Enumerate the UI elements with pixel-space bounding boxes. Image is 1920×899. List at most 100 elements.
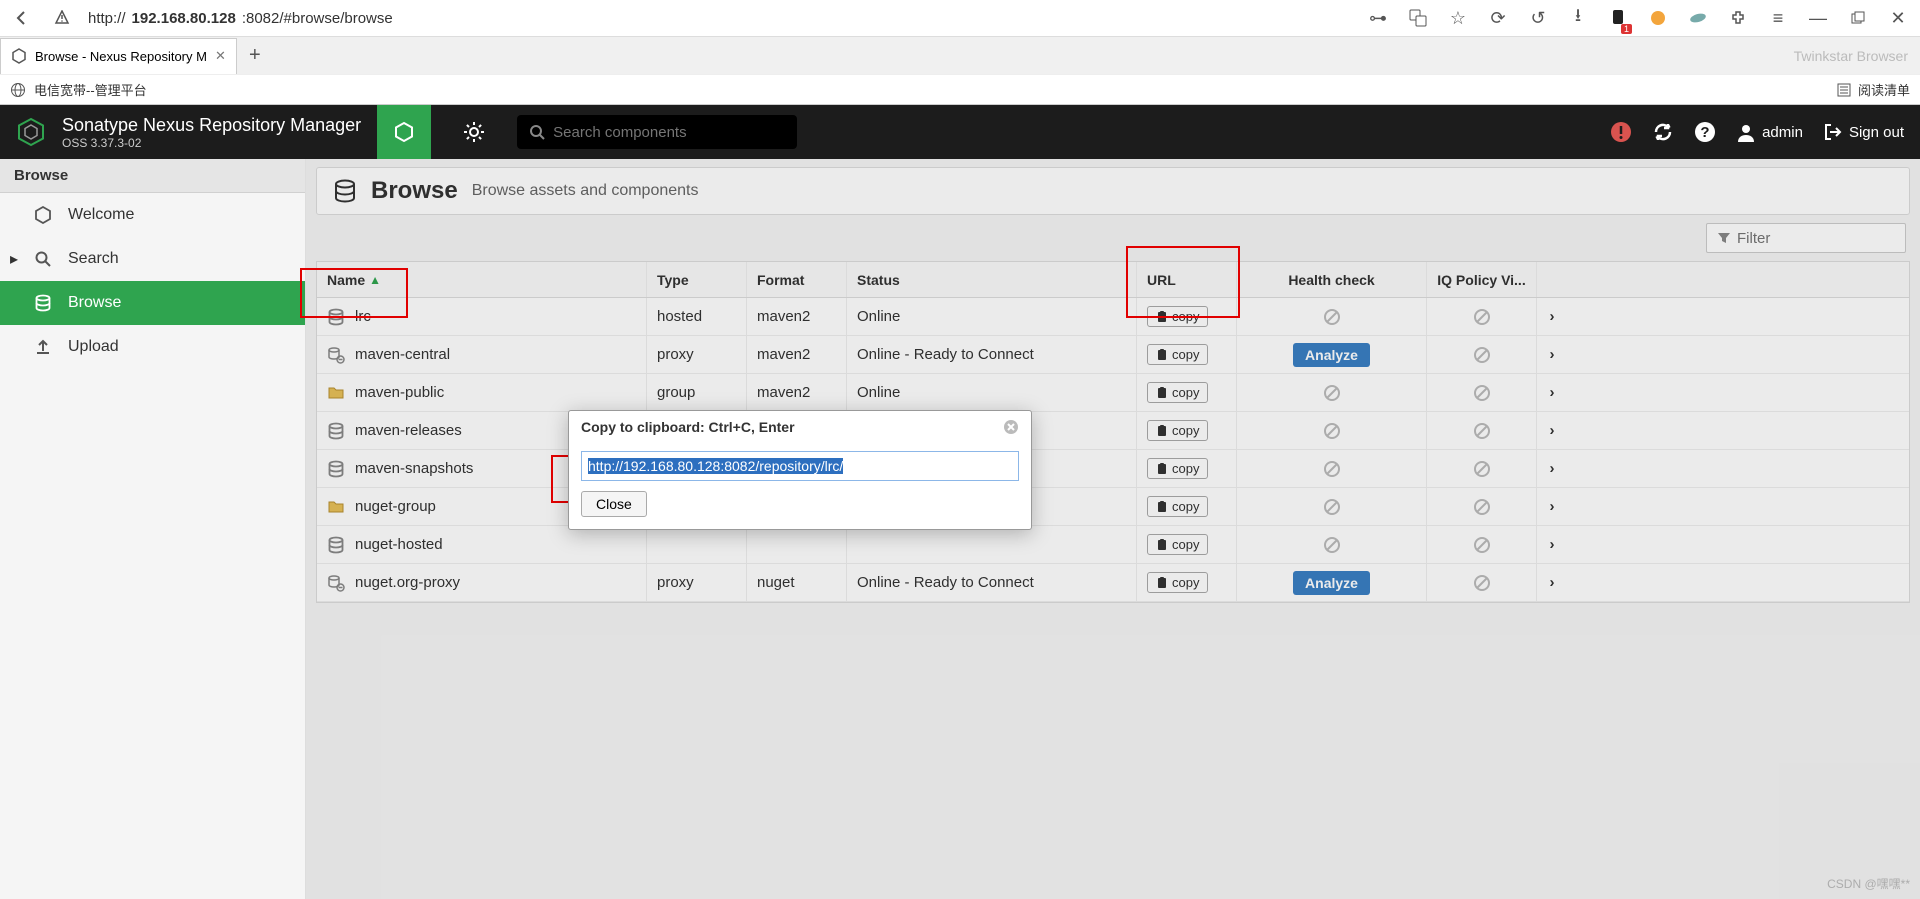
bookmark-item[interactable]: 电信宽带--管理平台	[34, 80, 147, 99]
address-bar: http://192.168.80.128:8082/#browse/brows…	[0, 0, 1920, 36]
signout-button[interactable]: Sign out	[1823, 122, 1904, 142]
table-row[interactable]: nuget-group copy›	[317, 488, 1909, 526]
tab-title: Browse - Nexus Repository M	[35, 49, 207, 64]
col-format[interactable]: Format	[747, 262, 847, 297]
close-window-icon[interactable]: ✕	[1884, 4, 1912, 32]
ext-icon-1[interactable]: 1	[1604, 4, 1632, 32]
maximize-icon[interactable]	[1844, 4, 1872, 32]
table-row[interactable]: maven-snapshots copy ›	[317, 450, 1909, 488]
copy-url-dialog: Copy to clipboard: Ctrl+C, Enter Close	[568, 410, 1032, 530]
repo-name: maven-central	[355, 346, 450, 363]
sidebar-item-welcome[interactable]: Welcome	[0, 193, 305, 237]
copy-url-button[interactable]: copy	[1147, 382, 1208, 403]
sidebar-item-label: Search	[68, 250, 119, 268]
new-tab-button[interactable]: +	[237, 38, 273, 74]
table-row[interactable]: lrchostedmaven2Online copy›	[317, 298, 1909, 336]
table-row[interactable]: maven-publicgroupmaven2Online copy›	[317, 374, 1909, 412]
sort-asc-icon: ▲	[369, 273, 381, 287]
back-button[interactable]	[8, 4, 36, 32]
col-type[interactable]: Type	[647, 262, 747, 297]
site-info-icon[interactable]	[48, 4, 76, 32]
proxy-icon	[327, 346, 345, 364]
not-available-icon	[1323, 460, 1341, 478]
repo-format	[747, 526, 847, 563]
header-search-input[interactable]	[553, 124, 785, 141]
sidebar-item-label: Browse	[68, 294, 121, 312]
filter-box[interactable]	[1706, 223, 1906, 253]
minimize-icon[interactable]: —	[1804, 4, 1832, 32]
help-icon[interactable]: ?	[1694, 121, 1716, 143]
row-expand-icon[interactable]: ›	[1537, 564, 1567, 601]
history-icon[interactable]: ↺	[1524, 4, 1552, 32]
copy-url-button[interactable]: copy	[1147, 420, 1208, 441]
copy-url-button[interactable]: copy	[1147, 534, 1208, 555]
extensions-icon[interactable]	[1724, 4, 1752, 32]
app-title: Sonatype Nexus Repository Manager	[62, 115, 361, 136]
admin-mode-button[interactable]	[447, 105, 501, 159]
watermark: CSDN @嘿嘿**	[1827, 875, 1910, 892]
download-icon[interactable]: ⭳	[1564, 4, 1592, 32]
refresh-icon[interactable]	[1652, 121, 1674, 143]
key-icon[interactable]: ⊶	[1364, 4, 1392, 32]
col-iq[interactable]: IQ Policy Vi...	[1427, 262, 1537, 297]
reading-list-icon	[1836, 82, 1852, 98]
not-available-icon	[1323, 536, 1341, 554]
repo-type: proxy	[647, 564, 747, 601]
app-version: OSS 3.37.3-02	[62, 136, 361, 150]
row-expand-icon[interactable]: ›	[1537, 374, 1567, 411]
copy-url-button[interactable]: copy	[1147, 496, 1208, 517]
star-icon[interactable]: ☆	[1444, 4, 1472, 32]
ext-icon-3[interactable]	[1684, 4, 1712, 32]
reading-list[interactable]: 阅读清单	[1858, 80, 1910, 99]
analyze-button[interactable]: Analyze	[1293, 343, 1370, 367]
table-row[interactable]: maven-centralproxymaven2Online - Ready t…	[317, 336, 1909, 374]
caret-icon: ▸	[10, 249, 20, 269]
row-expand-icon[interactable]: ›	[1537, 526, 1567, 563]
repo-type: group	[647, 374, 747, 411]
url-path: :8082/#browse/browse	[242, 10, 393, 27]
row-expand-icon[interactable]: ›	[1537, 450, 1567, 487]
sidebar-item-browse[interactable]: Browse	[0, 281, 305, 325]
repo-status: Online	[847, 298, 1137, 335]
db-icon	[34, 294, 54, 312]
copy-url-button[interactable]: copy	[1147, 458, 1208, 479]
copy-url-button[interactable]: copy	[1147, 572, 1208, 593]
reload-icon[interactable]: ⟳	[1484, 4, 1512, 32]
repo-name: maven-snapshots	[355, 460, 473, 477]
row-expand-icon[interactable]: ›	[1537, 336, 1567, 373]
alert-icon[interactable]	[1610, 121, 1632, 143]
url-text[interactable]: http://192.168.80.128:8082/#browse/brows…	[88, 10, 393, 27]
sidebar-item-label: Upload	[68, 338, 119, 356]
menu-icon[interactable]: ≡	[1764, 4, 1792, 32]
ext-icon-2[interactable]	[1644, 4, 1672, 32]
nexus-logo-icon	[16, 117, 46, 147]
dialog-url-input[interactable]	[581, 451, 1019, 481]
search-icon	[34, 250, 54, 268]
dialog-close-icon[interactable]	[1003, 419, 1019, 435]
table-row[interactable]: nuget.org-proxyproxynugetOnline - Ready …	[317, 564, 1909, 602]
repo-status: Online - Ready to Connect	[847, 336, 1137, 373]
db-icon	[327, 422, 345, 440]
row-expand-icon[interactable]: ›	[1537, 298, 1567, 335]
copy-url-button[interactable]: copy	[1147, 344, 1208, 365]
copy-url-button[interactable]: copy	[1147, 306, 1208, 327]
tab-close-icon[interactable]: ✕	[215, 48, 226, 64]
col-status[interactable]: Status	[847, 262, 1137, 297]
row-expand-icon[interactable]: ›	[1537, 488, 1567, 525]
dialog-close-button[interactable]: Close	[581, 491, 647, 517]
browser-tab[interactable]: Browse - Nexus Repository M ✕	[0, 38, 237, 74]
filter-input[interactable]	[1737, 230, 1895, 247]
table-row[interactable]: nuget-hosted copy›	[317, 526, 1909, 564]
table-row[interactable]: maven-releaseshostedmaven2Online copy›	[317, 412, 1909, 450]
sidebar-item-search[interactable]: ▸ Search	[0, 237, 305, 281]
browse-mode-button[interactable]	[377, 105, 431, 159]
sidebar-item-upload[interactable]: Upload	[0, 325, 305, 369]
translate-icon[interactable]	[1404, 4, 1432, 32]
row-expand-icon[interactable]: ›	[1537, 412, 1567, 449]
user-menu[interactable]: admin	[1736, 122, 1803, 142]
col-url[interactable]: URL	[1137, 262, 1237, 297]
col-health[interactable]: Health check	[1237, 262, 1427, 297]
header-search[interactable]	[517, 115, 797, 149]
col-name[interactable]: Name▲	[317, 262, 647, 297]
analyze-button[interactable]: Analyze	[1293, 571, 1370, 595]
